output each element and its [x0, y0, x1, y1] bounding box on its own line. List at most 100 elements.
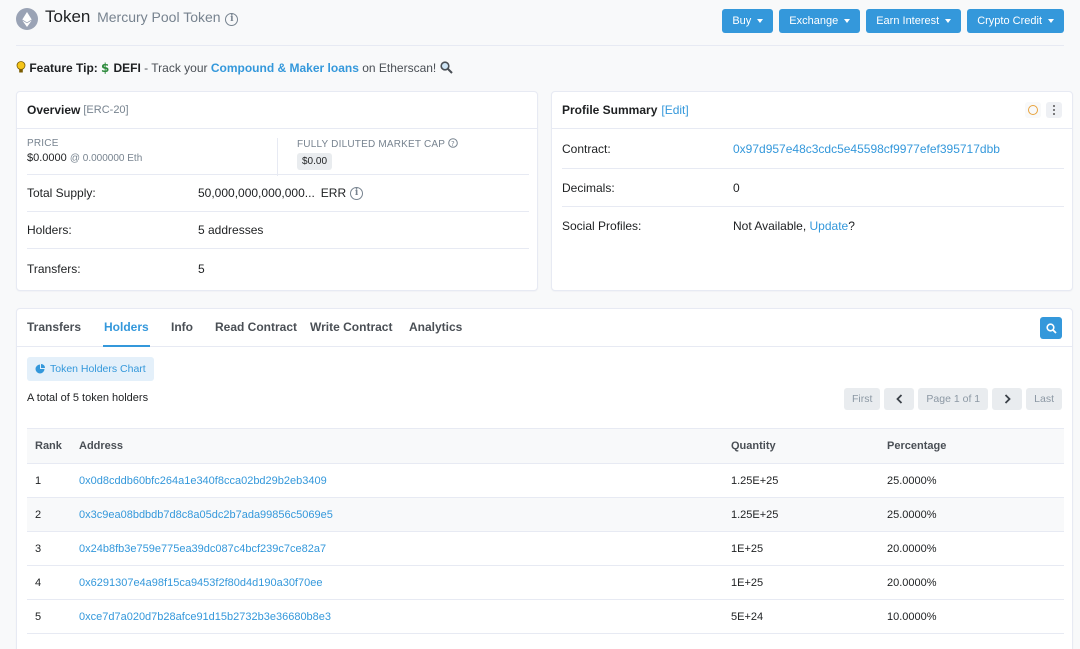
search-button[interactable] — [1040, 317, 1062, 339]
more-vertical-icon[interactable] — [1046, 102, 1062, 118]
transfers-label: Transfers: — [27, 261, 81, 276]
token-name: Mercury Pool Token — [97, 9, 221, 25]
token-holders-chart-button[interactable]: Token Holders Chart — [27, 357, 154, 381]
update-link[interactable]: Update — [810, 219, 849, 233]
holder-address-link[interactable]: 0x6291307e4a98f15ca9453f2f80d4d190a30f70… — [79, 577, 322, 589]
market-cap-label: FULLY DILUTED MARKET CAP — [297, 139, 445, 150]
price-label: PRICE — [27, 138, 59, 149]
contract-label: Contract: — [562, 142, 611, 156]
price-block: PRICE $0.0000 @ 0.000000 Eth — [27, 138, 142, 164]
total-holders-text: A total of 5 token holders — [27, 392, 149, 404]
quantity-cell: 1.25E+25 — [731, 463, 887, 498]
profile-title: Profile Summary — [562, 103, 658, 117]
tab-bar: Transfers Holders Info Read Contract Wri… — [17, 309, 1072, 347]
market-cap-block: FULLY DILUTED MARKET CAP ? $0.00 — [297, 138, 458, 170]
info-icon[interactable]: i — [350, 186, 364, 200]
tab-write-contract[interactable]: Write Contract — [310, 309, 392, 347]
total-supply-unit: ERR — [320, 186, 347, 200]
market-cap-value: $0.00 — [297, 153, 333, 170]
last-page-button[interactable]: Last — [1026, 388, 1062, 410]
pagination: First Page 1 of 1 Last — [844, 388, 1062, 410]
page-header: Token Mercury Pool Token i Buy Exchange … — [16, 0, 1064, 46]
table-row: 1 0x0d8cddb60bfc264a1e340f8cca02bd29b2eb… — [27, 463, 1064, 498]
edit-link[interactable]: [Edit] — [661, 103, 688, 117]
percentage-cell: 25.0000% — [887, 497, 1064, 532]
first-page-button[interactable]: First — [844, 388, 881, 410]
chevron-right-icon — [1004, 394, 1011, 404]
price-value: $0.0000 — [27, 152, 67, 164]
feature-tip-text-2: on Etherscan! — [358, 61, 437, 75]
chevron-down-icon — [757, 19, 764, 23]
transfers-row: Transfers: 5 — [27, 248, 529, 288]
chevron-down-icon — [945, 19, 952, 23]
tab-transfers[interactable]: Transfers — [27, 309, 81, 347]
total-supply-value: 50,000,000,000,000... — [198, 186, 315, 200]
page-title-text: Token — [45, 7, 91, 26]
total-supply-label: Total Supply: — [27, 186, 96, 200]
magnifier-icon — [440, 61, 453, 74]
holder-address-link[interactable]: 0x24b8fb3e759e775ea39dc087c4bcf239c7ce82… — [79, 543, 326, 555]
table-row: 5 0xce7d7a020d7b28afce91d15b2732b3e36680… — [27, 599, 1064, 634]
holders-row: Holders: 5 addresses — [27, 211, 529, 248]
question-circle-icon[interactable]: ? — [448, 138, 458, 148]
tab-holders[interactable]: Holders — [103, 309, 150, 347]
crypto-credit-button[interactable]: Crypto Credit — [967, 9, 1064, 33]
decimals-value: 0 — [733, 180, 740, 195]
exchange-button[interactable]: Exchange — [779, 9, 861, 33]
compound-maker-link[interactable]: Compound & Maker loans — [211, 61, 359, 75]
svg-text:$: $ — [101, 61, 109, 74]
table-row: 3 0x24b8fb3e759e775ea39dc087c4bcf239c7ce… — [27, 531, 1064, 566]
percentage-cell: 25.0000% — [887, 463, 1064, 498]
page-title: Token Mercury Pool Token i — [45, 7, 239, 27]
chevron-down-icon — [844, 19, 851, 23]
social-profiles-value: Not Available, — [733, 218, 807, 233]
percentage-cell: 20.0000% — [887, 565, 1064, 600]
contract-row: Contract: 0x97d957e48c3cdc5e45598cf9977e… — [562, 130, 1064, 168]
holders-table: Rank Address Quantity Percentage 1 0x0d8… — [27, 428, 1064, 634]
social-profiles-label: Social Profiles: — [562, 218, 642, 233]
circle-icon[interactable] — [1025, 102, 1041, 118]
rank-cell: 4 — [27, 565, 79, 600]
holder-address-link[interactable]: 0x3c9ea08bdbdb7d8c8a05dc2b7ada99856c5069… — [79, 509, 333, 521]
search-icon — [1045, 322, 1057, 334]
contract-address-link[interactable]: 0x97d957e48c3cdc5e45598cf9977efef395717d… — [733, 142, 1000, 156]
overview-card: Overview [ERC-20] PRICE $0.0000 @ 0.0000… — [16, 91, 538, 291]
feature-tip-label: Feature Tip: — [29, 61, 98, 75]
quantity-column-header: Quantity — [731, 428, 887, 464]
feature-tip: Feature Tip: $ DEFI - Track your Compoun… — [16, 61, 453, 75]
buy-button[interactable]: Buy — [722, 9, 774, 33]
holder-address-link[interactable]: 0x0d8cddb60bfc264a1e340f8cca02bd29b2eb34… — [79, 475, 327, 487]
earn-interest-button[interactable]: Earn Interest — [866, 9, 962, 33]
overview-header: Overview [ERC-20] — [17, 92, 537, 129]
table-row: 4 0x6291307e4a98f15ca9453f2f80d4d190a30f… — [27, 565, 1064, 600]
percentage-cell: 20.0000% — [887, 531, 1064, 566]
chevron-down-icon — [1048, 19, 1054, 23]
pie-chart-icon — [35, 364, 45, 374]
decimals-label: Decimals: — [562, 180, 615, 195]
rank-cell: 3 — [27, 531, 79, 566]
tab-info[interactable]: Info — [171, 309, 193, 347]
info-icon[interactable]: i — [225, 13, 239, 26]
tab-read-contract[interactable]: Read Contract — [215, 309, 297, 347]
overview-title: Overview — [27, 103, 81, 117]
token-standard: [ERC-20] — [83, 104, 129, 116]
defi-label: DEFI — [113, 61, 141, 75]
holder-address-link[interactable]: 0xce7d7a020d7b28afce91d15b2732b3e36680b8… — [79, 611, 331, 623]
percentage-cell: 10.0000% — [887, 599, 1064, 634]
rank-column-header: Rank — [27, 428, 79, 464]
rank-cell: 2 — [27, 497, 79, 532]
decimals-row: Decimals: 0 — [562, 168, 1064, 206]
prev-page-button[interactable] — [884, 388, 915, 410]
percentage-column-header: Percentage — [887, 428, 1064, 464]
page-indicator: Page 1 of 1 — [918, 388, 989, 410]
tab-analytics[interactable]: Analytics — [409, 309, 462, 347]
holders-value: 5 addresses — [198, 223, 264, 237]
chart-button-label: Token Holders Chart — [50, 363, 146, 375]
lightbulb-icon — [16, 61, 26, 73]
social-profiles-row: Social Profiles: Not Available, Update ? — [562, 206, 1064, 244]
transfers-value: 5 — [198, 261, 205, 276]
address-column-header: Address — [79, 428, 731, 464]
total-supply-row: Total Supply: 50,000,000,000,000... ERR … — [27, 174, 529, 211]
header-button-group: Buy Exchange Earn Interest Crypto Credit — [722, 9, 1064, 33]
next-page-button[interactable] — [992, 388, 1023, 410]
